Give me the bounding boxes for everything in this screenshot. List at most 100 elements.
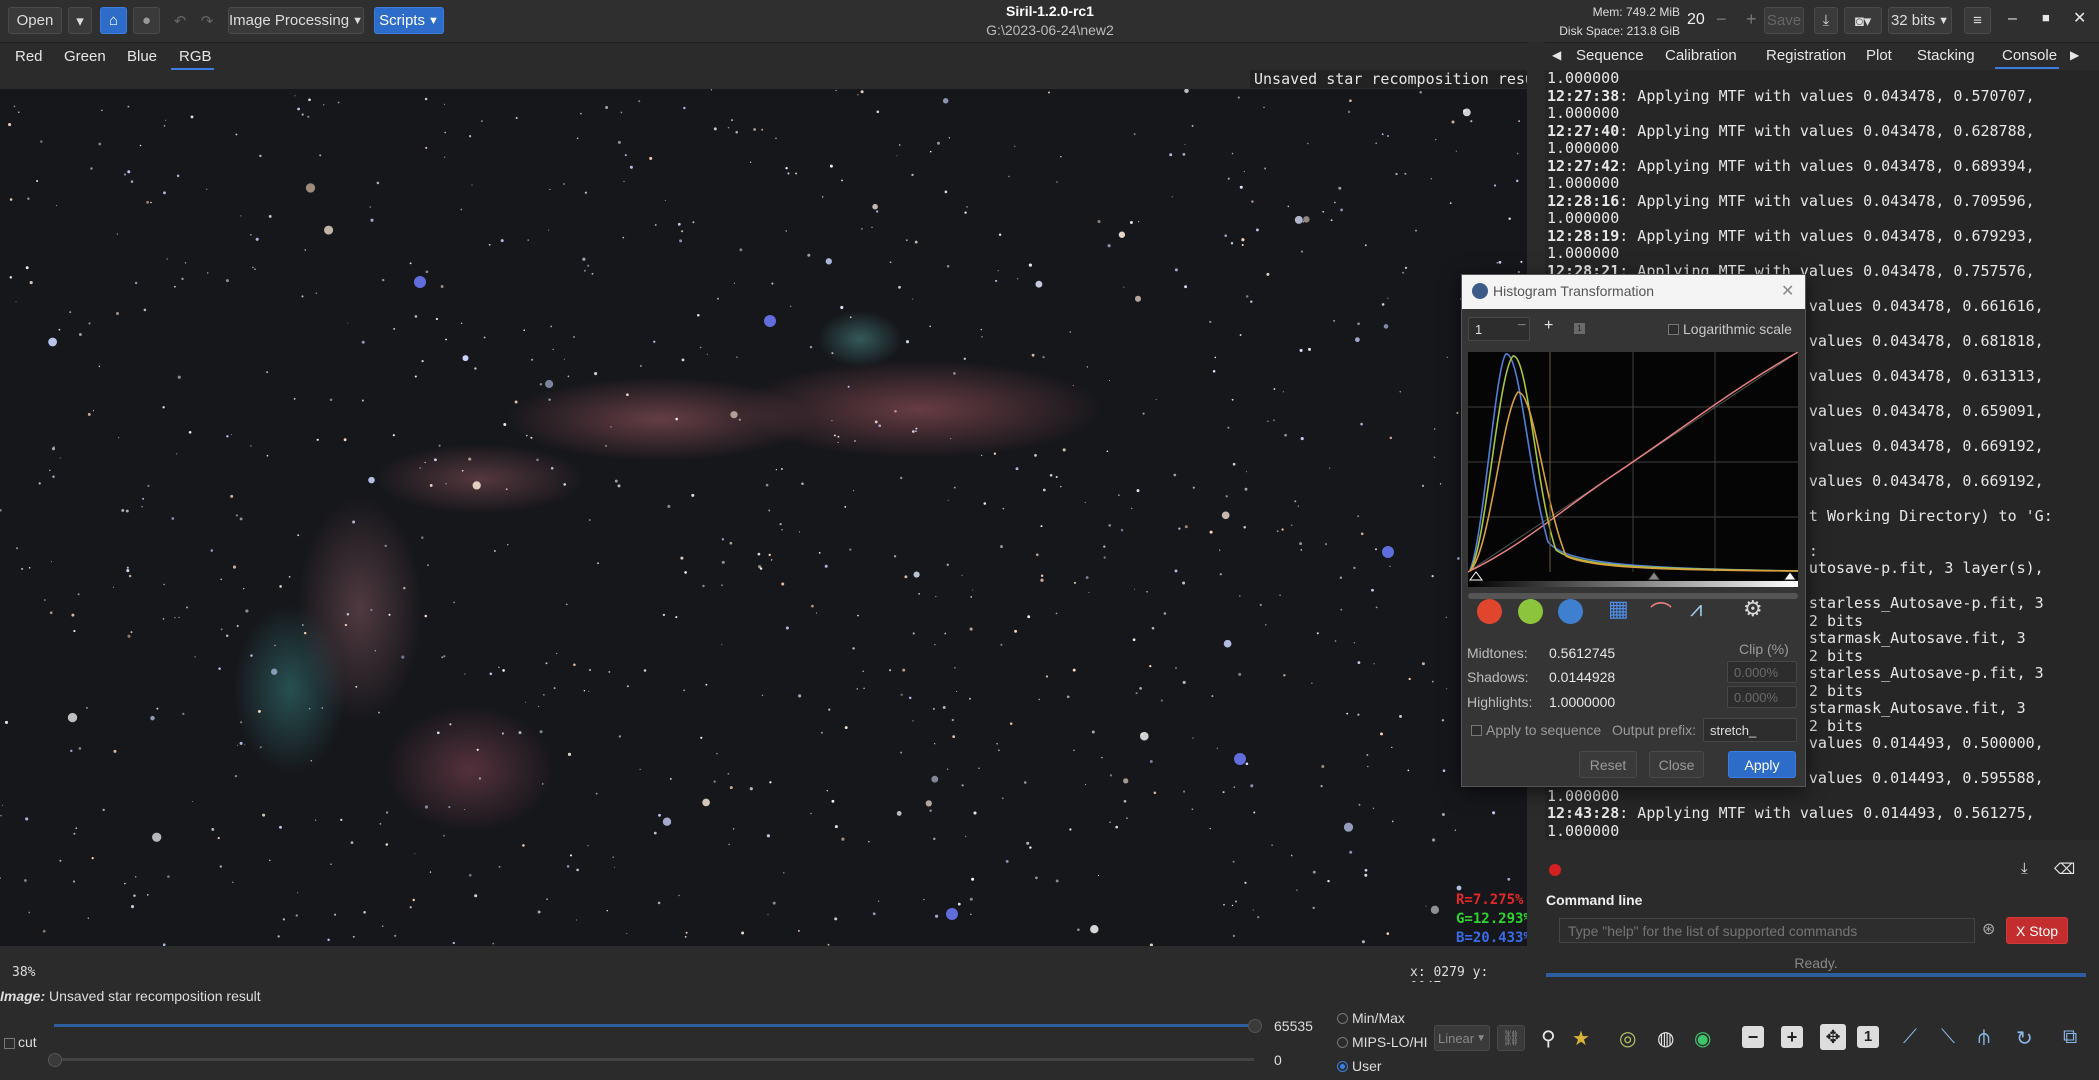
mips-radio[interactable]	[1337, 1037, 1348, 1048]
low-value[interactable]: 0	[1274, 1052, 1282, 1068]
output-prefix-label: Output prefix:	[1612, 722, 1697, 738]
stop-button[interactable]: X Stop	[2006, 917, 2068, 944]
mirror-x-icon: ⟋	[1903, 1026, 1917, 1048]
undo-icon: ↶	[173, 12, 187, 30]
zoom-increase-button[interactable]: +	[1544, 317, 1553, 335]
active-tab-indicator	[171, 68, 214, 70]
tab-calibration[interactable]: Calibration	[1665, 47, 1737, 64]
tabs-scroll-left[interactable]: ◀	[1552, 48, 1561, 62]
auto-stretch-button[interactable]: ⚙	[1743, 596, 1763, 622]
photometry-icon: ⚲	[1541, 1028, 1556, 1050]
scale-mode-select[interactable]: Linear ▼	[1434, 1025, 1490, 1051]
zoom-one-button[interactable]: 1	[1857, 1026, 1879, 1048]
log-text: 1.000000	[1547, 821, 1620, 840]
image-processing-menu[interactable]: Image Processing ▼	[228, 7, 364, 34]
original-histogram-toggle[interactable]: ⩘	[1690, 596, 1702, 622]
zoom-in-button[interactable]: +	[1781, 1026, 1803, 1048]
red-channel-toggle[interactable]	[1477, 599, 1502, 624]
livestack-button[interactable]: ●	[133, 7, 160, 34]
tab-red[interactable]: Red	[15, 48, 43, 65]
output-prefix-input[interactable]: stretch_	[1703, 718, 1797, 742]
minimize-button[interactable]: –	[2008, 10, 2017, 28]
split-button[interactable]: ⫛	[1978, 1026, 1990, 1049]
tab-registration[interactable]: Registration	[1766, 47, 1846, 64]
histogram-graph[interactable]	[1468, 352, 1798, 582]
curve-toggle-button[interactable]: ⌒	[1650, 596, 1672, 628]
high-threshold-slider[interactable]	[54, 1024, 1254, 1027]
zoom-decrease-button[interactable]: −	[1517, 317, 1526, 335]
high-slider-handle[interactable]	[1248, 1019, 1262, 1033]
log-text: : Applying MTF with values 0.043478, 0.5…	[1619, 86, 2035, 105]
wcs-grid-button[interactable]: ◍	[1657, 1026, 1674, 1051]
low-slider-handle[interactable]	[48, 1053, 62, 1067]
one-to-one-icon: 1	[1863, 1028, 1873, 1045]
open-button[interactable]: Open	[8, 7, 62, 34]
high-value[interactable]: 65535	[1274, 1018, 1313, 1034]
snapshot-button[interactable]: ◙▾	[1844, 7, 1882, 34]
tabs-scroll-right[interactable]: ▶	[2070, 48, 2079, 62]
command-help-button[interactable]: ⊛	[1982, 919, 1995, 939]
low-threshold-slider[interactable]	[54, 1058, 1254, 1061]
apply-sequence-checkbox[interactable]	[1471, 725, 1482, 736]
zoom-out-button[interactable]: −	[1742, 1026, 1764, 1048]
save-button[interactable]: Save	[1764, 7, 1804, 34]
command-input[interactable]	[1559, 918, 1975, 943]
tab-blue[interactable]: Blue	[127, 48, 157, 65]
reset-button[interactable]: Reset	[1579, 751, 1637, 778]
scripts-menu[interactable]: Scripts ▼	[374, 7, 444, 34]
rotate-button[interactable]: ↻	[2016, 1026, 2033, 1051]
mirror-x-button[interactable]: ⟋	[1903, 1026, 1917, 1049]
dialog-close-button[interactable]: ✕	[1781, 281, 1794, 301]
undo-button[interactable]: ↶	[168, 7, 192, 34]
mirror-y-icon: ⟍	[1941, 1026, 1955, 1048]
grid-toggle-button[interactable]: ▦	[1608, 596, 1629, 622]
chevron-left-icon: ◀	[1552, 48, 1562, 62]
cut-checkbox[interactable]	[4, 1038, 15, 1049]
tab-rgb[interactable]: RGB	[179, 48, 212, 65]
red-stat: R=7.275%	[1456, 892, 1524, 908]
mirror-y-button[interactable]: ⟍	[1941, 1026, 1955, 1049]
bit-depth-label: 32 bits	[1890, 12, 1936, 29]
highlights-value[interactable]: 1.0000000	[1549, 694, 1615, 710]
thread-increase-button[interactable]: +	[1746, 9, 1757, 30]
download-icon: ⤓	[1822, 12, 1830, 29]
user-radio[interactable]	[1337, 1061, 1348, 1072]
link-channels-button[interactable]: ⛓	[1497, 1025, 1525, 1051]
crop-button[interactable]: ⧉	[2063, 1026, 2077, 1049]
save-log-button[interactable]: ⤓	[2021, 860, 2028, 877]
zoom-reset-icon[interactable]: 1	[1574, 323, 1585, 334]
log-line: 1.000000	[1545, 104, 2099, 123]
dialog-titlebar[interactable]: Histogram Transformation ✕	[1462, 275, 1805, 309]
thread-decrease-button[interactable]: −	[1716, 9, 1727, 30]
bit-depth-select[interactable]: 32 bits ▼	[1888, 7, 1952, 34]
target-button[interactable]: ◉	[1694, 1026, 1711, 1051]
midtones-value[interactable]: 0.5612745	[1549, 645, 1615, 661]
shadows-value[interactable]: 0.0144928	[1549, 669, 1615, 685]
save-as-button[interactable]: ⤓	[1814, 7, 1838, 34]
clear-log-button[interactable]: ⌫	[2054, 860, 2075, 878]
tab-sequence[interactable]: Sequence	[1576, 47, 1644, 64]
photometry-button[interactable]: ⚲	[1541, 1026, 1556, 1051]
redo-button[interactable]: ↷	[195, 7, 219, 34]
log-scale-checkbox[interactable]	[1668, 324, 1679, 335]
tab-plot[interactable]: Plot	[1866, 47, 1892, 64]
image-canvas[interactable]	[0, 89, 1527, 946]
chevron-down-icon: ▼	[427, 14, 439, 27]
zoom-fit-button[interactable]: ✥	[1820, 1024, 1846, 1050]
blue-channel-toggle[interactable]	[1558, 599, 1583, 624]
minmax-radio[interactable]	[1337, 1013, 1348, 1024]
close-window-button[interactable]: ✕	[2073, 8, 2086, 28]
tab-green[interactable]: Green	[64, 48, 106, 65]
apply-button[interactable]: Apply	[1728, 751, 1796, 778]
thread-count[interactable]: 20	[1687, 11, 1705, 29]
tab-console[interactable]: Console	[2002, 47, 2057, 64]
green-channel-toggle[interactable]	[1518, 599, 1543, 624]
star-detection-button[interactable]: ★	[1572, 1026, 1590, 1051]
tab-stacking[interactable]: Stacking	[1917, 47, 1975, 64]
maximize-button[interactable]: ■	[2042, 10, 2050, 25]
dialog-close-text-button[interactable]: Close	[1649, 751, 1704, 778]
recent-dropdown-button[interactable]: ▾	[68, 7, 92, 34]
main-menu-button[interactable]: ≡	[1964, 7, 1991, 34]
annotate-button[interactable]: ◎	[1619, 1026, 1636, 1051]
home-button[interactable]: ⌂	[100, 7, 127, 34]
